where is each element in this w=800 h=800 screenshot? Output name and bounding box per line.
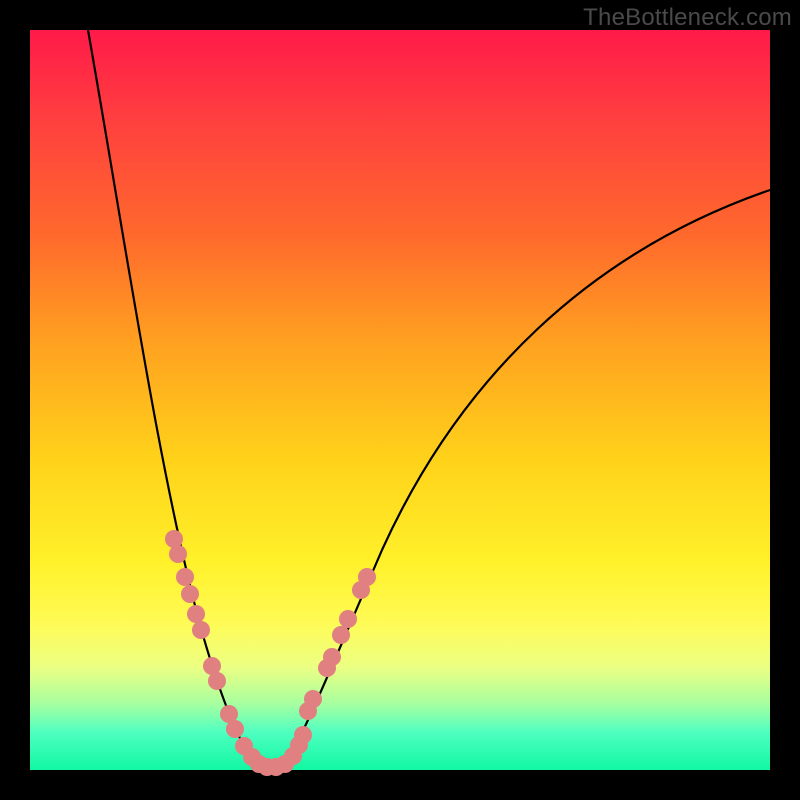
data-point bbox=[169, 545, 187, 563]
curve-layer bbox=[30, 30, 770, 770]
data-point bbox=[208, 672, 226, 690]
left-curve bbox=[88, 30, 263, 770]
chart-frame: TheBottleneck.com bbox=[0, 0, 800, 800]
data-point bbox=[332, 626, 350, 644]
data-points bbox=[165, 530, 376, 776]
data-point bbox=[226, 720, 244, 738]
data-point bbox=[192, 621, 210, 639]
data-point bbox=[176, 568, 194, 586]
watermark-text: TheBottleneck.com bbox=[583, 4, 792, 32]
data-point bbox=[358, 568, 376, 586]
data-point bbox=[323, 648, 341, 666]
data-point bbox=[181, 585, 199, 603]
right-curve bbox=[280, 190, 770, 770]
data-point bbox=[294, 726, 312, 744]
data-point bbox=[187, 605, 205, 623]
data-point bbox=[339, 610, 357, 628]
data-point bbox=[304, 690, 322, 708]
plot-area bbox=[30, 30, 770, 770]
